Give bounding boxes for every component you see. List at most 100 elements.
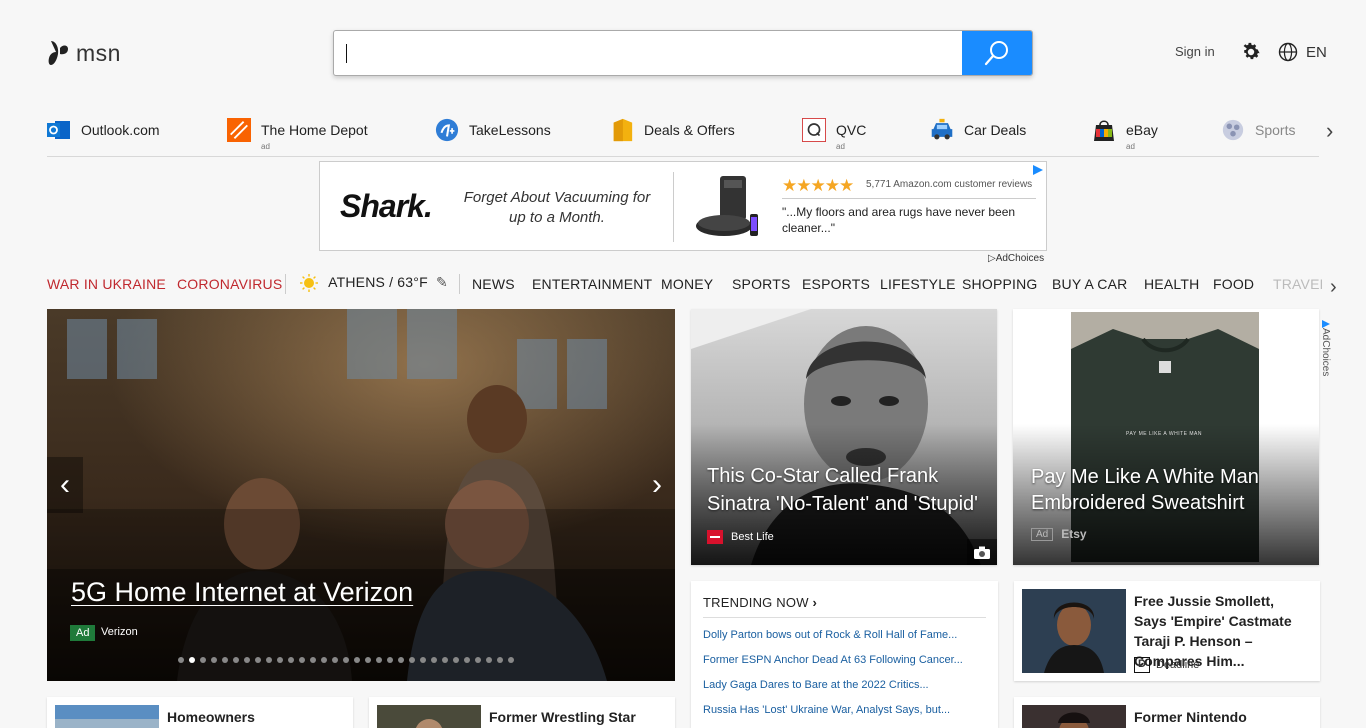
banner-ad[interactable]: Shark. Forget About Vacuuming for up to … [319, 161, 1047, 251]
car-icon [930, 118, 954, 142]
trending-item[interactable]: Russia Has 'Lost' Ukraine War, Analyst S… [703, 704, 988, 728]
carousel-dot[interactable] [431, 657, 437, 663]
story-card-homeowners[interactable]: Homeowners Encouraged to [47, 697, 353, 728]
ad-label: ad [1126, 142, 1135, 151]
nav-news[interactable]: NEWS [472, 276, 515, 292]
carousel-dot[interactable] [398, 657, 404, 663]
story-card-sinatra[interactable]: This Co-Star Called Frank Sinatra 'No-Ta… [691, 309, 997, 565]
carousel-dot-active[interactable] [189, 657, 195, 663]
carousel-dot[interactable] [222, 657, 228, 663]
nav-food[interactable]: FOOD [1213, 276, 1254, 292]
sun-icon [300, 274, 318, 293]
carousel-dot[interactable] [354, 657, 360, 663]
source-name: Deadline [1156, 659, 1200, 671]
nav-entertainment[interactable]: ENTERTAINMENT [532, 276, 652, 292]
carousel-dot[interactable] [266, 657, 272, 663]
quicklink-home-depot[interactable]: The Home Depot ad [227, 118, 368, 151]
quicklink-ebay[interactable]: eBay ad [1092, 118, 1158, 151]
carousel-dot[interactable] [321, 657, 327, 663]
nav-shopping[interactable]: SHOPPING [962, 276, 1038, 292]
search-input[interactable] [334, 31, 962, 75]
nav-sports[interactable]: SPORTS [732, 276, 791, 292]
quicklink-sports[interactable]: Sports [1221, 118, 1295, 142]
carousel-next-button[interactable]: › [639, 457, 675, 513]
story-card-nintendo[interactable]: Former Nintendo America [1014, 697, 1320, 728]
sign-in-link[interactable]: Sign in [1175, 44, 1215, 59]
ebay-icon [1092, 118, 1116, 142]
carousel-dot[interactable] [420, 657, 426, 663]
carousel-dot[interactable] [200, 657, 206, 663]
adchoices-link[interactable]: ▷AdChoices [988, 253, 1044, 264]
msn-logo[interactable]: msn [48, 38, 121, 68]
hero-title[interactable]: 5G Home Internet at Verizon [71, 577, 413, 608]
story-card-wrestling[interactable]: Former Wrestling Star Scott [369, 697, 675, 728]
story-card-smollett[interactable]: Free Jussie Smollett, Says 'Empire' Cast… [1014, 581, 1320, 681]
nav-coronavirus[interactable]: CORONAVIRUS [177, 276, 282, 292]
ad-reviews: 5,771 Amazon.com customer reviews [866, 179, 1033, 190]
edit-pencil-icon[interactable]: ✎ [436, 274, 448, 290]
story-headline: Former Wrestling Star Scott [489, 709, 636, 725]
adchoices-icon[interactable] [1032, 164, 1044, 176]
carousel-dot[interactable] [365, 657, 371, 663]
carousel-dot[interactable] [288, 657, 294, 663]
search-box[interactable] [333, 30, 1033, 76]
carousel-dot[interactable] [233, 657, 239, 663]
carousel-dot[interactable] [376, 657, 382, 663]
nav-lifestyle[interactable]: LIFESTYLE [880, 276, 956, 292]
carousel-dot[interactable] [277, 657, 283, 663]
story-headline[interactable]: This Co-Star Called Frank Sinatra 'No-Ta… [707, 462, 992, 518]
quick-links-bar: Outlook.com The Home Depot ad TakeLesson… [47, 110, 1319, 157]
nav-buy-a-car[interactable]: BUY A CAR [1052, 276, 1127, 292]
nav-travel[interactable]: TRAVEL [1273, 276, 1322, 292]
nav-next-arrow-icon[interactable]: › [1330, 276, 1337, 299]
carousel-dot[interactable] [453, 657, 459, 663]
nav-esports[interactable]: ESPORTS [802, 276, 870, 292]
quicklink-takelessons[interactable]: TakeLessons [435, 118, 551, 142]
carousel-dot[interactable] [178, 657, 184, 663]
carousel-prev-button[interactable]: ‹ [47, 457, 83, 513]
ad-headline[interactable]: Pay Me Like A White Man Embroidered Swea… [1031, 464, 1311, 516]
carousel-dot[interactable] [486, 657, 492, 663]
carousel-dot[interactable] [299, 657, 305, 663]
nav-money[interactable]: MONEY [661, 276, 713, 292]
gear-icon[interactable] [1240, 41, 1262, 63]
carousel-dot[interactable] [310, 657, 316, 663]
ad-brand: Shark. [340, 188, 433, 224]
quicklink-deals[interactable]: Deals & Offers [610, 118, 735, 142]
trending-header[interactable]: TRENDING NOW › [703, 595, 817, 610]
quicklinks-next-arrow-icon[interactable]: › [1326, 118, 1333, 144]
nav-war-in-ukraine[interactable]: WAR IN UKRAINE [47, 276, 166, 292]
quicklink-qvc[interactable]: QVC ad [802, 118, 866, 151]
ad-badge: Ad [1031, 527, 1054, 541]
carousel-dot[interactable] [508, 657, 514, 663]
carousel-dot[interactable] [442, 657, 448, 663]
ad-card-etsy[interactable]: PAY ME LIKE A WHITE MAN Pay Me Like A Wh… [1013, 309, 1319, 565]
nav-separator [459, 274, 460, 294]
header: msn Sign in EN [0, 0, 1366, 105]
trending-item[interactable]: Former ESPN Anchor Dead At 63 Following … [703, 654, 988, 679]
quicklink-outlook[interactable]: Outlook.com [47, 118, 160, 142]
trending-item[interactable]: Lady Gaga Dares to Bare at the 2022 Crit… [703, 679, 988, 704]
weather-widget[interactable]: ATHENS / 63°F ✎ [300, 274, 448, 293]
carousel-dot[interactable] [211, 657, 217, 663]
adchoices-vertical[interactable]: AdChoices [1320, 316, 1333, 378]
hero-carousel[interactable]: ‹ › 5G Home Internet at Verizon Ad Veriz… [47, 309, 675, 681]
carousel-dot[interactable] [475, 657, 481, 663]
nav-health[interactable]: HEALTH [1144, 276, 1199, 292]
carousel-dot[interactable] [255, 657, 261, 663]
carousel-dot[interactable] [343, 657, 349, 663]
ad-rule [782, 198, 1036, 199]
ad-source: Ad Etsy [1031, 527, 1087, 541]
trending-item[interactable]: Dolly Parton bows out of Rock & Roll Hal… [703, 629, 988, 654]
quicklink-car-deals[interactable]: Car Deals [930, 118, 1026, 142]
carousel-dot[interactable] [244, 657, 250, 663]
language-selector[interactable]: EN [1278, 42, 1327, 62]
carousel-dot[interactable] [464, 657, 470, 663]
carousel-dot[interactable] [332, 657, 338, 663]
home-depot-icon [227, 118, 251, 142]
carousel-dot[interactable] [497, 657, 503, 663]
carousel-dot[interactable] [387, 657, 393, 663]
carousel-dot[interactable] [409, 657, 415, 663]
search-button[interactable] [962, 31, 1032, 75]
robot-vacuum-image [696, 176, 758, 236]
